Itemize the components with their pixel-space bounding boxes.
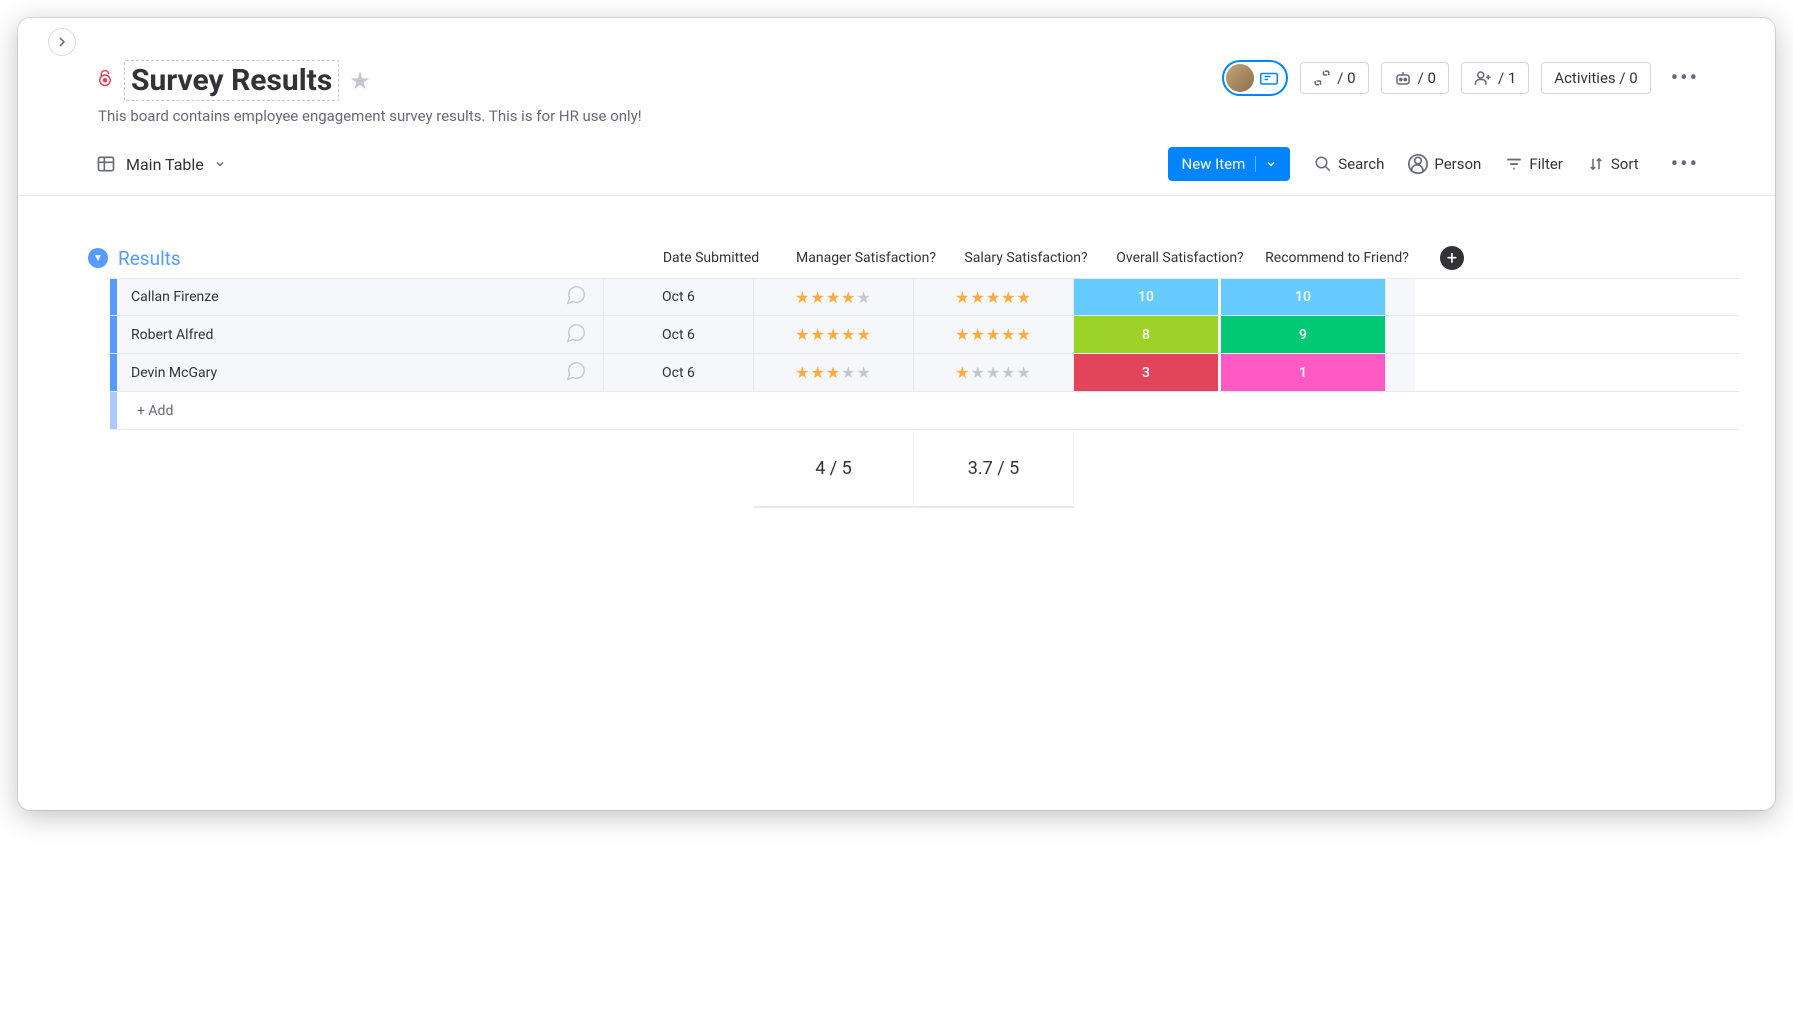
cell-recommend[interactable]: 10 <box>1221 279 1385 315</box>
row-end-spacer <box>1385 279 1415 315</box>
members-count: / 1 <box>1498 69 1516 87</box>
view-selector[interactable]: Main Table <box>96 154 226 174</box>
cell-manager-stars[interactable]: ★★★★★ <box>754 279 914 315</box>
lock-icon <box>96 69 114 92</box>
view-name: Main Table <box>126 155 204 174</box>
row-end-spacer <box>1385 354 1415 391</box>
row-name-cell[interactable]: Devin McGary <box>117 354 604 391</box>
table-row[interactable]: Callan Firenze Oct 6 ★★★★★ ★★★★★ 10 10 <box>110 278 1739 316</box>
cell-overall[interactable]: 8 <box>1074 316 1218 353</box>
footer-salary-avg: 3.7 / 5 <box>914 430 1074 508</box>
row-name-cell[interactable]: Robert Alfred <box>117 316 604 353</box>
board-owner-badge[interactable] <box>1222 60 1288 96</box>
cell-manager-stars[interactable]: ★★★★★ <box>754 354 914 391</box>
cell-salary-stars[interactable]: ★★★★★ <box>914 354 1074 391</box>
conversation-icon[interactable] <box>565 322 587 348</box>
cell-salary-stars[interactable]: ★★★★★ <box>914 316 1074 353</box>
column-header-date[interactable]: Date Submitted <box>636 250 786 266</box>
cell-overall[interactable]: 3 <box>1074 354 1218 391</box>
cell-date[interactable]: Oct 6 <box>604 354 754 391</box>
column-header-manager[interactable]: Manager Satisfaction? <box>786 250 946 266</box>
add-column-button[interactable]: + <box>1440 246 1464 270</box>
cell-overall[interactable]: 10 <box>1074 279 1218 315</box>
row-name-cell[interactable]: Callan Firenze <box>117 279 604 315</box>
board-more-icon[interactable]: ••• <box>1663 62 1707 95</box>
new-item-button[interactable]: New Item <box>1168 147 1291 181</box>
item-name: Robert Alfred <box>131 327 213 343</box>
row-color-bar <box>110 279 117 315</box>
row-color-bar <box>110 354 117 391</box>
cell-manager-stars[interactable]: ★★★★★ <box>754 316 914 353</box>
activities-button[interactable]: Activities / 0 <box>1541 62 1650 94</box>
favorite-star-icon[interactable]: ★ <box>349 67 371 95</box>
group-name[interactable]: Results <box>118 247 636 270</box>
cell-recommend[interactable]: 1 <box>1221 354 1385 391</box>
column-header-overall[interactable]: Overall Satisfaction? <box>1106 250 1254 266</box>
automations-count: / 0 <box>1418 69 1436 87</box>
row-end-spacer <box>1385 316 1415 353</box>
search-button[interactable]: Search <box>1314 155 1384 173</box>
sort-button[interactable]: Sort <box>1587 155 1639 173</box>
row-color-bar <box>110 316 117 353</box>
table-row[interactable]: Devin McGary Oct 6 ★★★★★ ★★★★★ 3 1 <box>110 354 1739 392</box>
board-description[interactable]: This board contains employee engagement … <box>98 107 642 125</box>
members-button[interactable]: / 1 <box>1461 62 1529 94</box>
person-filter-button[interactable]: Person <box>1408 154 1481 174</box>
automations-button[interactable]: / 0 <box>1381 62 1449 94</box>
sidebar-expand-button[interactable] <box>48 28 76 56</box>
toolbar-more-icon[interactable]: ••• <box>1663 148 1707 181</box>
item-name: Callan Firenze <box>131 289 219 305</box>
cell-salary-stars[interactable]: ★★★★★ <box>914 279 1074 315</box>
column-header-recommend[interactable]: Recommend to Friend? <box>1254 250 1420 266</box>
filter-button[interactable]: Filter <box>1505 155 1563 173</box>
group-collapse-toggle[interactable]: ▼ <box>88 248 108 268</box>
row-color-bar <box>110 392 117 429</box>
table-row[interactable]: Robert Alfred Oct 6 ★★★★★ ★★★★★ 8 9 <box>110 316 1739 354</box>
add-row-button[interactable]: + Add <box>117 392 1739 429</box>
integrations-count: / 0 <box>1337 69 1355 87</box>
footer-manager-avg: 4 / 5 <box>754 430 914 508</box>
item-name: Devin McGary <box>131 365 217 381</box>
integrations-button[interactable]: / 0 <box>1300 62 1368 94</box>
cell-date[interactable]: Oct 6 <box>604 316 754 353</box>
conversation-icon[interactable] <box>565 284 587 310</box>
conversation-icon[interactable] <box>565 360 587 386</box>
cell-recommend[interactable]: 9 <box>1221 316 1385 353</box>
column-header-salary[interactable]: Salary Satisfaction? <box>946 250 1106 266</box>
board-title[interactable]: Survey Results <box>124 60 339 101</box>
cell-date[interactable]: Oct 6 <box>604 279 754 315</box>
avatar <box>1226 64 1254 92</box>
